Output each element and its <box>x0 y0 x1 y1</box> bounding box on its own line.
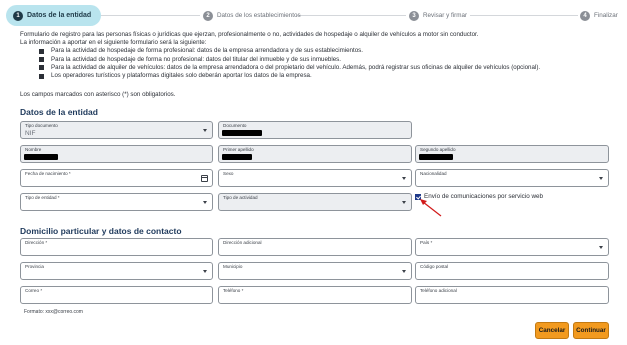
provincia-select[interactable]: Provincia <box>20 262 213 280</box>
telefono-adicional-field[interactable]: Teléfono adicional <box>415 286 609 304</box>
intro-line: La información a aportar en el siguiente… <box>20 39 207 47</box>
nacionalidad-select[interactable]: Nacionalidad <box>415 169 609 187</box>
step-number: 2 <box>203 10 213 21</box>
field-label: Teléfono * <box>223 288 244 293</box>
tipo-documento-select[interactable]: Tipo documento NIF <box>20 121 213 139</box>
intro-text: Formulario de registro para las personas… <box>20 31 610 80</box>
intro-bullet: Para la actividad de hospedaje de forma … <box>39 56 610 64</box>
redacted-value <box>222 130 262 136</box>
field-label: Dirección * <box>25 240 48 245</box>
intro-bullet: Los operadores turísticos y plataformas … <box>39 72 610 80</box>
bullet-text: Los operadores turísticos y plataformas … <box>51 72 312 80</box>
nombre-field[interactable]: Nombre <box>20 145 213 163</box>
field-label: Teléfono adicional <box>420 288 457 293</box>
field-label: Fecha de nacimiento * <box>25 171 71 176</box>
field-label: Segundo apellido <box>420 147 456 152</box>
calendar-icon[interactable] <box>201 175 208 182</box>
municipio-select[interactable]: Municipio <box>218 262 412 280</box>
chevron-down-icon <box>402 177 406 180</box>
telefono-field[interactable]: Teléfono * <box>218 286 412 304</box>
required-note: Los campos marcados con asterisco (*) so… <box>20 91 176 98</box>
chevron-down-icon <box>402 201 406 204</box>
redacted-value <box>419 154 453 160</box>
field-label: Sexo <box>223 171 234 176</box>
field-label: Documento <box>223 123 247 128</box>
codigo-postal-field[interactable]: Código postal <box>415 262 609 280</box>
bullet-text: Para la actividad de alquiler de vehícul… <box>51 63 541 71</box>
chevron-down-icon <box>599 246 603 249</box>
bullet-text: Para la actividad de hospedaje de forma … <box>51 55 341 63</box>
intro-bullet: Para la actividad de hospedaje de forma … <box>39 47 610 55</box>
step-datos-entidad[interactable]: 1 Datos de la entidad <box>6 5 102 26</box>
step-number: 1 <box>13 10 23 21</box>
bullet-text: Para la actividad de hospedaje de forma … <box>51 47 363 55</box>
square-bullet-icon <box>39 49 44 54</box>
direccion-adicional-field[interactable]: Dirección adicional <box>218 238 412 256</box>
pais-select[interactable]: País * <box>415 238 609 256</box>
chevron-down-icon <box>203 201 207 204</box>
field-label: Tipo de entidad * <box>25 195 60 200</box>
field-label: Tipo de actividad <box>223 195 258 200</box>
intro-bullets: Para la actividad de hospedaje de forma … <box>39 47 610 80</box>
chevron-down-icon <box>402 270 406 273</box>
redacted-value <box>222 154 252 160</box>
chevron-down-icon <box>599 177 603 180</box>
step-label: Revisar y firmar <box>423 12 468 19</box>
field-label: Primer apellido <box>223 147 254 152</box>
section-title-domicilio: Domicilio particular y datos de contacto <box>20 226 182 236</box>
step-number: 3 <box>409 10 419 21</box>
sexo-select[interactable]: Sexo <box>218 169 412 187</box>
correo-field[interactable]: Correo * <box>20 286 213 304</box>
documento-field[interactable]: Documento <box>218 121 412 139</box>
continue-button[interactable]: Continuar <box>573 322 609 339</box>
tipo-entidad-select[interactable]: Tipo de entidad * <box>20 193 213 211</box>
chevron-down-icon <box>203 270 207 273</box>
stepper: 1 Datos de la entidad 2 Datos de los est… <box>0 0 627 30</box>
step-number: 4 <box>580 10 590 21</box>
square-bullet-icon <box>39 73 44 79</box>
square-bullet-icon <box>39 57 44 63</box>
correo-format-hint: Formato: xxx@correo.com <box>24 309 83 315</box>
step-label: Finalizar <box>594 12 618 19</box>
field-label: País * <box>420 240 433 245</box>
segundo-apellido-field[interactable]: Segundo apellido <box>415 145 609 163</box>
direccion-field[interactable]: Dirección * <box>20 238 213 256</box>
primer-apellido-field[interactable]: Primer apellido <box>218 145 412 163</box>
field-label: Correo * <box>25 288 43 293</box>
intro-bullet: Para la actividad de alquiler de vehícul… <box>39 64 610 72</box>
step-finalizar[interactable]: 4 Finalizar <box>580 5 618 26</box>
field-label: Nacionalidad <box>420 171 447 176</box>
step-revisar-firmar[interactable]: 3 Revisar y firmar <box>409 5 467 26</box>
field-label: Tipo documento <box>25 123 58 128</box>
field-label: Provincia <box>25 264 44 269</box>
field-label: Municipio <box>223 264 243 269</box>
chevron-down-icon <box>203 129 207 132</box>
section-title-datos-entidad: Datos de la entidad <box>20 107 98 117</box>
field-value: NIF <box>25 130 36 137</box>
step-connector <box>296 15 406 16</box>
cancel-button[interactable]: Cancelar <box>535 322 569 339</box>
intro-line: Formulario de registro para las personas… <box>20 31 479 38</box>
field-label: Nombre <box>25 147 42 152</box>
field-label: Código postal <box>420 264 449 269</box>
tipo-actividad-select[interactable]: Tipo de actividad <box>218 193 412 211</box>
annotation-arrow-icon <box>420 199 442 217</box>
square-bullet-icon <box>39 65 44 71</box>
step-connector <box>470 15 578 16</box>
step-datos-establecimientos[interactable]: 2 Datos de los establecimientos <box>203 5 301 26</box>
step-connector <box>96 15 200 16</box>
step-label: Datos de la entidad <box>27 12 92 19</box>
redacted-value <box>24 154 58 160</box>
field-label: Dirección adicional <box>223 240 262 245</box>
fecha-nacimiento-field[interactable]: Fecha de nacimiento * <box>20 169 213 187</box>
step-label: Datos de los establecimientos <box>217 12 301 19</box>
